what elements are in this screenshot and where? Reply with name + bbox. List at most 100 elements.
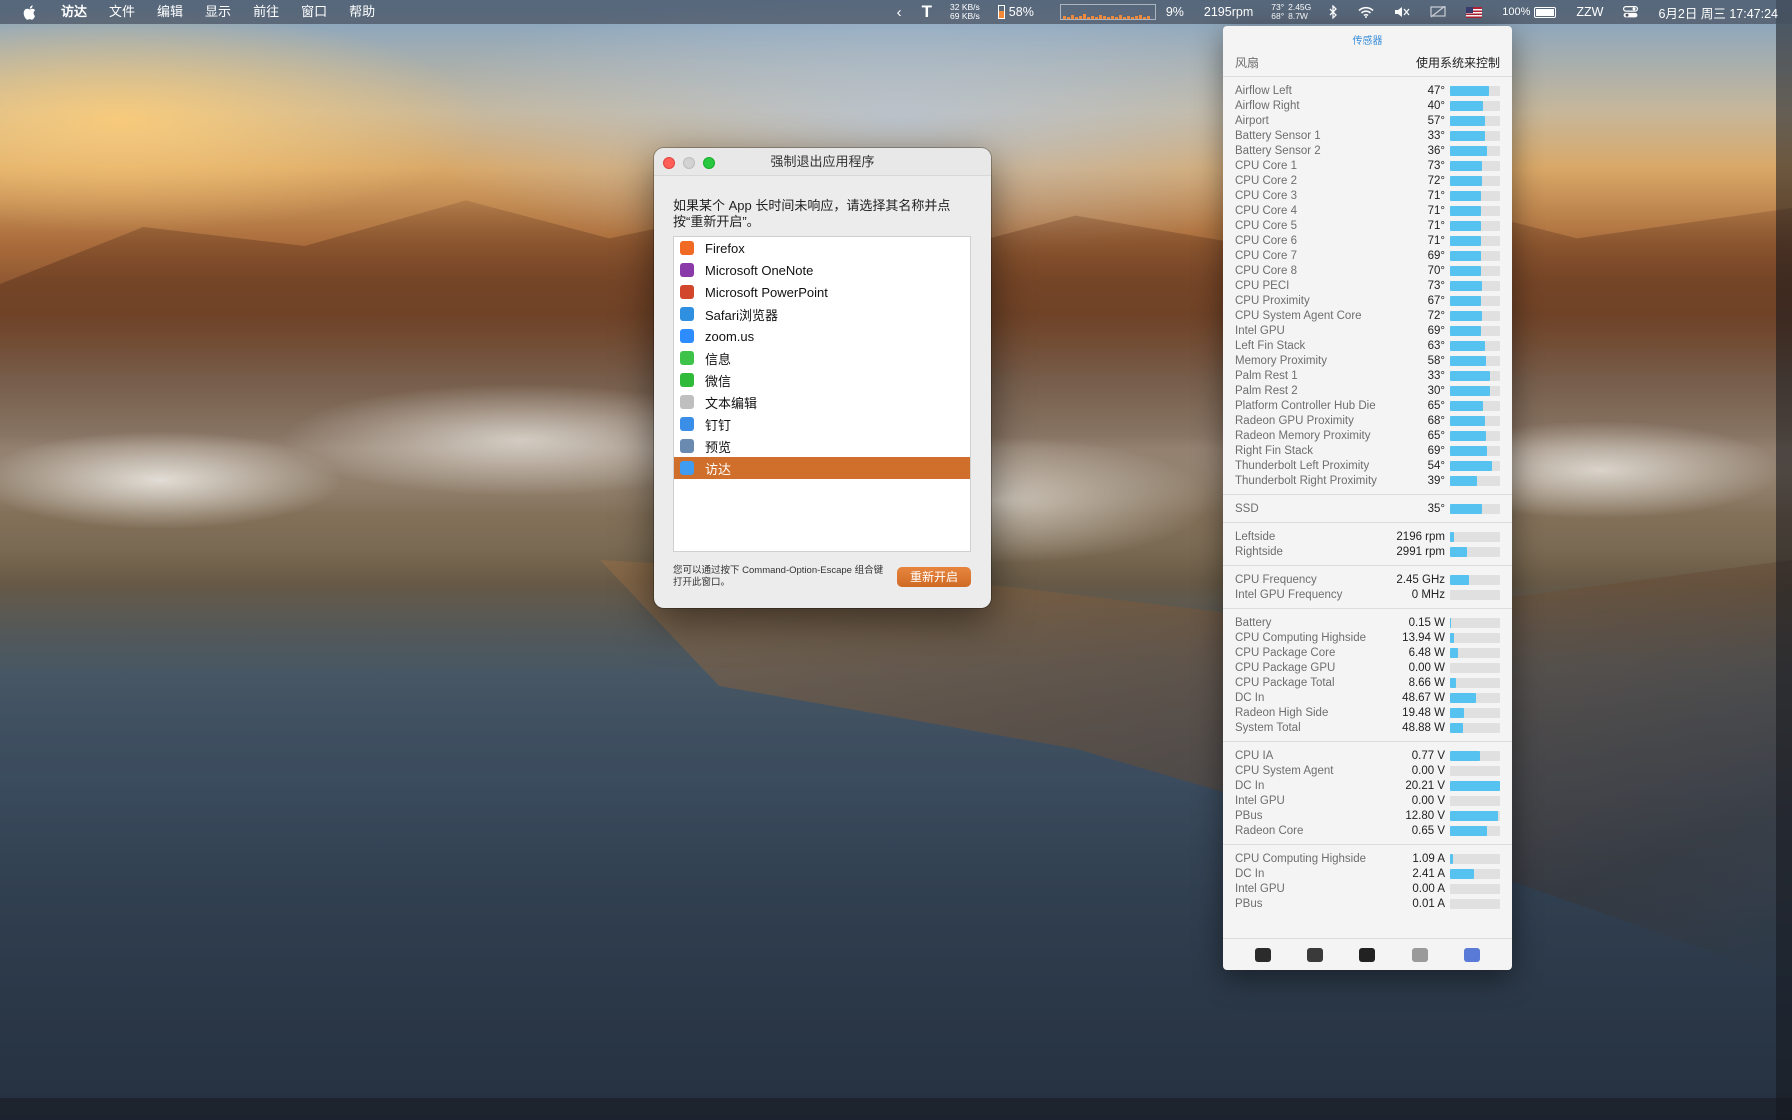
sensor-name: CPU Computing Highside [1235, 852, 1367, 865]
sensor-bar [1450, 750, 1500, 761]
sensor-row: CPU Core 3 71° [1223, 188, 1512, 203]
sensor-bar [1450, 883, 1500, 894]
sensor-row: PBus 12.80 V [1223, 808, 1512, 823]
sensor-value: 2991 rpm [1396, 545, 1445, 558]
sensor-bar [1450, 722, 1500, 733]
app-list-item[interactable]: Firefox [674, 237, 970, 259]
cpu-status[interactable]: 9% [1044, 0, 1194, 24]
relaunch-button[interactable]: 重新开启 [897, 567, 971, 587]
sensor-name: Airflow Right [1235, 99, 1300, 112]
sensor-name: Right Fin Stack [1235, 444, 1313, 457]
sensor-bar [1450, 795, 1500, 806]
input-source-flag-icon[interactable] [1456, 0, 1492, 24]
bluetooth-icon[interactable] [1319, 0, 1348, 24]
temp-status[interactable]: 73° 68° 2.45G 8.7W [1263, 0, 1319, 24]
sensor-row: Leftside 2196 rpm [1223, 529, 1512, 544]
menu-file[interactable]: 文件 [98, 0, 146, 24]
display-off-icon[interactable] [1420, 0, 1456, 24]
sensor-value: 72° [1427, 174, 1445, 187]
sensor-name: Platform Controller Hub Die [1235, 399, 1376, 412]
control-center-icon[interactable] [1613, 0, 1648, 24]
sensor-value: 39° [1427, 474, 1445, 487]
sensor-row: Intel GPU 69° [1223, 323, 1512, 338]
sensor-value: 73° [1427, 279, 1445, 292]
desktop-bottom-edge [0, 1098, 1792, 1120]
app-list-item[interactable]: 微信 [674, 369, 970, 391]
app-list-item[interactable]: 文本编辑 [674, 391, 970, 413]
sensor-value: 72° [1427, 309, 1445, 322]
sensor-name: Airport [1235, 114, 1269, 127]
app-list-item[interactable]: 钉钉 [674, 413, 970, 435]
text-input-icon[interactable]: T [912, 0, 942, 24]
sensor-bar [1450, 445, 1500, 456]
preview-icon [680, 439, 694, 453]
app-list-item[interactable]: zoom.us [674, 325, 970, 347]
battery-status[interactable]: 100% [1492, 0, 1566, 24]
volume-muted-icon[interactable] [1384, 0, 1420, 24]
sensor-row: DC In 48.67 W [1223, 690, 1512, 705]
sensor-row: Airflow Left 47° [1223, 83, 1512, 98]
sensor-value: 35° [1427, 502, 1445, 515]
sensor-name: DC In [1235, 867, 1265, 880]
sensor-bar [1450, 100, 1500, 111]
finder-icon [680, 461, 694, 475]
wifi-icon[interactable] [1348, 0, 1384, 24]
sensor-row: Intel GPU 0.00 V [1223, 793, 1512, 808]
console-icon[interactable] [1307, 947, 1324, 962]
sensor-bar [1450, 190, 1500, 201]
network-speed[interactable]: 32 KB/s 69 KB/s [942, 0, 988, 24]
sensor-bar [1450, 662, 1500, 673]
chevron-left-icon[interactable]: ‹ [887, 0, 912, 24]
terminal-icon[interactable] [1359, 947, 1376, 962]
sensor-row: Palm Rest 1 33° [1223, 368, 1512, 383]
app-list-item[interactable]: Safari浏览器 [674, 303, 970, 325]
app-list-item[interactable]: 信息 [674, 347, 970, 369]
sensor-row: Battery Sensor 2 36° [1223, 143, 1512, 158]
sensor-row: Platform Controller Hub Die 65° [1223, 398, 1512, 413]
ssd-section: SSD 35° [1223, 494, 1512, 522]
user-name[interactable]: ZZW [1566, 0, 1613, 24]
sensors-title: 传感器 [1352, 36, 1383, 47]
sensor-value: 69° [1427, 324, 1445, 337]
app-list-item[interactable]: Microsoft PowerPoint [674, 281, 970, 303]
apple-menu-icon[interactable] [22, 4, 36, 20]
sensor-name: Left Fin Stack [1235, 339, 1306, 352]
fan-control-row[interactable]: 风扇 使用系统来控制 [1223, 48, 1512, 76]
menu-edit[interactable]: 编辑 [146, 0, 194, 24]
sensor-name: CPU Package Total [1235, 676, 1335, 689]
menu-go[interactable]: 前往 [242, 0, 290, 24]
sensor-name: CPU Core 8 [1235, 264, 1297, 277]
sensor-bar [1450, 647, 1500, 658]
frequency-section: CPU Frequency 2.45 GHz Intel GPU Frequency… [1223, 565, 1512, 608]
sensor-bar [1450, 160, 1500, 171]
sensor-row: Airflow Right 40° [1223, 98, 1512, 113]
dialog-titlebar[interactable]: 强制退出应用程序 [654, 148, 991, 176]
menu-window[interactable]: 窗口 [290, 0, 338, 24]
sensor-name: Intel GPU Frequency [1235, 588, 1343, 601]
sensor-row: CPU Package Total 8.66 W [1223, 675, 1512, 690]
menu-app-name[interactable]: 访达 [50, 0, 98, 24]
sensor-name: System Total [1235, 721, 1301, 734]
sensor-row: CPU Core 8 70° [1223, 263, 1512, 278]
menu-view[interactable]: 显示 [194, 0, 242, 24]
memory-status[interactable]: 58% [988, 0, 1044, 24]
cpu-graph-icon [1059, 4, 1156, 20]
sensor-row: SSD 35° [1223, 501, 1512, 516]
menu-clock[interactable]: 6月2日 周三 17:47:24 [1648, 0, 1792, 24]
sensor-row: Airport 57° [1223, 113, 1512, 128]
sensor-value: 58° [1427, 354, 1445, 367]
app-list-item[interactable]: 预览 [674, 435, 970, 457]
fan-mode[interactable]: 使用系统来控制 [1416, 54, 1500, 71]
sensor-value: 1.09 A [1412, 852, 1445, 865]
system-info-icon[interactable] [1463, 947, 1480, 962]
sensor-name: CPU Core 4 [1235, 204, 1297, 217]
app-list[interactable]: Firefox Microsoft OneNote Microsoft PowerP… [673, 236, 971, 552]
fan-speed[interactable]: 2195rpm [1194, 0, 1263, 24]
disk-utility-icon[interactable] [1411, 947, 1428, 962]
sensor-bar [1450, 460, 1500, 471]
app-list-item[interactable]: Microsoft OneNote [674, 259, 970, 281]
menu-help[interactable]: 帮助 [338, 0, 386, 24]
activity-monitor-icon[interactable] [1255, 947, 1272, 962]
sensor-bar [1450, 310, 1500, 321]
app-list-item[interactable]: 访达 [674, 457, 970, 479]
